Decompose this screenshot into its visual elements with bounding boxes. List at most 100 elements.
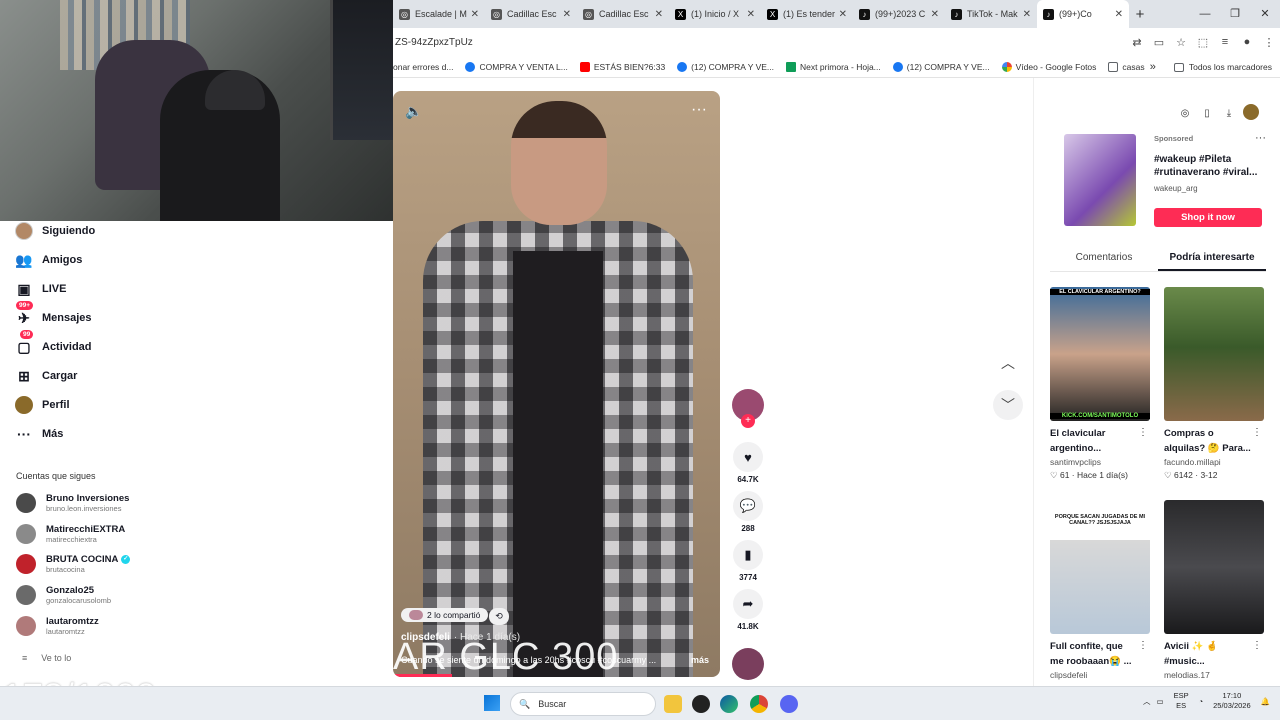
- bookmark-6[interactable]: Vídeo - Google Fotos: [1001, 61, 1096, 72]
- close-icon[interactable]: ✕: [747, 9, 755, 20]
- url-field[interactable]: ZS-94zZpxzTpUz: [395, 37, 1126, 48]
- close-window-icon[interactable]: ✕: [1250, 0, 1280, 28]
- account-item[interactable]: BRUTA COCINA ✓ brutacocina: [16, 554, 131, 574]
- sidebar-bottom[interactable]: ≡ Ve to lo: [22, 653, 71, 663]
- language-indicator[interactable]: ESP ES: [1174, 691, 1189, 711]
- notifications-icon[interactable]: 🔔: [1261, 697, 1270, 706]
- video-more-icon[interactable]: ···: [691, 101, 707, 119]
- card-more-icon[interactable]: ⋮: [1252, 640, 1262, 651]
- tab-4[interactable]: X (1) Es tender ✕: [761, 0, 853, 28]
- music-disc-icon[interactable]: [732, 648, 764, 680]
- comment-button[interactable]: 💬 288: [730, 491, 766, 533]
- video-player[interactable]: 🔈 ··· AR GLC 300 2 lo compartió ⟲ clipsd…: [393, 91, 720, 677]
- bookmark-5[interactable]: (12) COMPRA Y VE...: [892, 61, 990, 72]
- tab-3[interactable]: X (1) Inicio / X ✕: [669, 0, 761, 28]
- follow-plus-icon[interactable]: +: [741, 414, 755, 428]
- taskbar-search[interactable]: 🔍 Buscar: [510, 692, 656, 716]
- more-caption-button[interactable]: más: [691, 655, 709, 665]
- phone-icon[interactable]: ▯: [1196, 108, 1218, 119]
- tab-6[interactable]: ♪ TikTok - Mak ✕: [945, 0, 1037, 28]
- chevron-up-icon[interactable]: ︿: [993, 348, 1023, 378]
- nav-mas[interactable]: ··· Más: [14, 424, 63, 444]
- save-button[interactable]: ▮ 3774: [730, 540, 766, 582]
- reading-list-icon[interactable]: ≡: [1214, 36, 1236, 48]
- file-explorer-icon[interactable]: [664, 695, 682, 713]
- account-item[interactable]: lautaromtzz lautaromtzz: [16, 616, 99, 636]
- share-button[interactable]: ➦ 41.8K: [730, 589, 766, 631]
- tab-comentarios[interactable]: Comentarios: [1050, 246, 1158, 271]
- ad-thumbnail[interactable]: [1064, 134, 1136, 226]
- close-icon[interactable]: ✕: [1023, 9, 1031, 20]
- ad-user[interactable]: wakeup_arg: [1154, 184, 1198, 193]
- bookmark-7[interactable]: casas: [1108, 61, 1145, 72]
- suggestion-card[interactable]: ⋮ Avicii ✨ 🤞 #music... melodias.17: [1164, 500, 1266, 680]
- profile-avatar-icon[interactable]: ●: [1236, 36, 1258, 48]
- video-author[interactable]: clipsdefeli · Hace 1 día(s): [401, 632, 520, 643]
- shared-chip[interactable]: 2 lo compartió: [401, 608, 489, 622]
- discord-icon[interactable]: [780, 695, 798, 713]
- network-icon[interactable]: ▭: [1156, 697, 1163, 706]
- suggestion-card[interactable]: PORQUE SACAN JUGADAS DE MI CANAL?? JSJSJ…: [1050, 500, 1152, 680]
- account-item[interactable]: Bruno Inversiones bruno.leon.inversiones: [16, 493, 129, 513]
- translate-icon[interactable]: ⇄: [1126, 36, 1148, 49]
- nav-actividad[interactable]: ▢ 99 Actividad: [14, 330, 92, 357]
- chevron-down-icon[interactable]: ﹀: [993, 390, 1023, 420]
- close-icon[interactable]: ✕: [931, 9, 939, 20]
- video-progress-bar[interactable]: [393, 674, 452, 677]
- close-icon[interactable]: ✕: [655, 9, 663, 20]
- edge-icon[interactable]: [720, 695, 738, 713]
- wifi-icon[interactable]: ◔: [1199, 697, 1204, 706]
- card-more-icon[interactable]: ⋮: [1138, 640, 1148, 651]
- nav-mensajes[interactable]: ✈ 99+ Mensajes: [14, 301, 92, 328]
- nav-perfil[interactable]: Perfil: [14, 395, 70, 415]
- compass-icon[interactable]: ◎: [1174, 108, 1196, 119]
- download-icon[interactable]: ⤓: [1218, 108, 1240, 119]
- nav-cargar[interactable]: ⊞ Cargar: [14, 366, 77, 386]
- tab-1[interactable]: ◎ Cadillac Esc ✕: [485, 0, 577, 28]
- close-icon[interactable]: ✕: [839, 9, 847, 20]
- bookmark-1[interactable]: COMPRA Y VENTA L...: [465, 61, 568, 72]
- clock[interactable]: 17:10 25/03/2026: [1213, 691, 1251, 711]
- account-user: gonzalocarusolomb: [46, 596, 112, 605]
- new-tab-button[interactable]: +: [1129, 6, 1151, 23]
- card-more-icon[interactable]: ⋮: [1252, 427, 1262, 438]
- bookmark-3[interactable]: (12) COMPRA Y VE...: [677, 61, 774, 72]
- chevron-up-icon[interactable]: ︿: [1143, 696, 1151, 707]
- bookmarks-more-button[interactable]: »: [1150, 61, 1156, 73]
- close-icon[interactable]: ✕: [563, 9, 571, 20]
- app-icon[interactable]: [692, 695, 710, 713]
- ad-more-icon[interactable]: ···: [1255, 132, 1266, 144]
- close-icon[interactable]: ✕: [471, 9, 479, 20]
- nav-live[interactable]: ▣ LIVE: [14, 279, 66, 299]
- tab-2[interactable]: ◎ Cadillac Esc ✕: [577, 0, 669, 28]
- repost-icon[interactable]: ⟲: [489, 608, 509, 625]
- minimize-icon[interactable]: —: [1190, 0, 1220, 28]
- account-item[interactable]: MatirecchiEXTRA matirecchiextra: [16, 524, 125, 544]
- nav-siguiendo[interactable]: Siguiendo: [14, 221, 95, 241]
- card-more-icon[interactable]: ⋮: [1138, 427, 1148, 438]
- shop-now-button[interactable]: Shop it now: [1154, 208, 1262, 227]
- tab-0[interactable]: ◎ Escalade | M ✕: [393, 0, 485, 28]
- user-avatar-icon[interactable]: [1240, 104, 1262, 123]
- account-item[interactable]: Gonzalo25 gonzalocarusolomb: [16, 585, 111, 605]
- all-bookmarks-button[interactable]: Todos los marcadores: [1189, 62, 1272, 72]
- bookmark-0[interactable]: onar errores d...: [393, 62, 453, 72]
- like-button[interactable]: ♥ 64.7K: [730, 442, 766, 484]
- close-icon[interactable]: ✕: [1115, 9, 1123, 20]
- nav-amigos[interactable]: 👥 Amigos: [14, 250, 82, 270]
- suggestion-card[interactable]: ⋮ Compras o alquilas? 🤔 Para... facundo.…: [1164, 287, 1266, 481]
- tab-5[interactable]: ♪ (99+)2023 C ✕: [853, 0, 945, 28]
- extensions-icon[interactable]: ⬚: [1192, 36, 1214, 49]
- cast-icon[interactable]: ▭: [1148, 36, 1170, 49]
- bookmark-2[interactable]: ESTÁS BIEN?6:33: [579, 61, 665, 72]
- suggestion-card[interactable]: EL CLAVICULAR ARGENTINO? KICK.COM/SANTIM…: [1050, 287, 1152, 481]
- volume-icon[interactable]: 🔈: [405, 103, 422, 120]
- menu-dots-icon[interactable]: ⋮: [1258, 36, 1280, 49]
- restore-icon[interactable]: ❐: [1220, 0, 1250, 28]
- chrome-icon[interactable]: [750, 695, 768, 713]
- bookmark-4[interactable]: Next primora - Hoja...: [786, 61, 881, 72]
- windows-start-icon[interactable]: [484, 695, 500, 711]
- tab-7-active[interactable]: ♪ (99+)Co ✕: [1037, 0, 1129, 28]
- tab-podria-interesarte[interactable]: Podría interesarte: [1158, 246, 1266, 271]
- bookmark-star-icon[interactable]: ☆: [1170, 36, 1192, 49]
